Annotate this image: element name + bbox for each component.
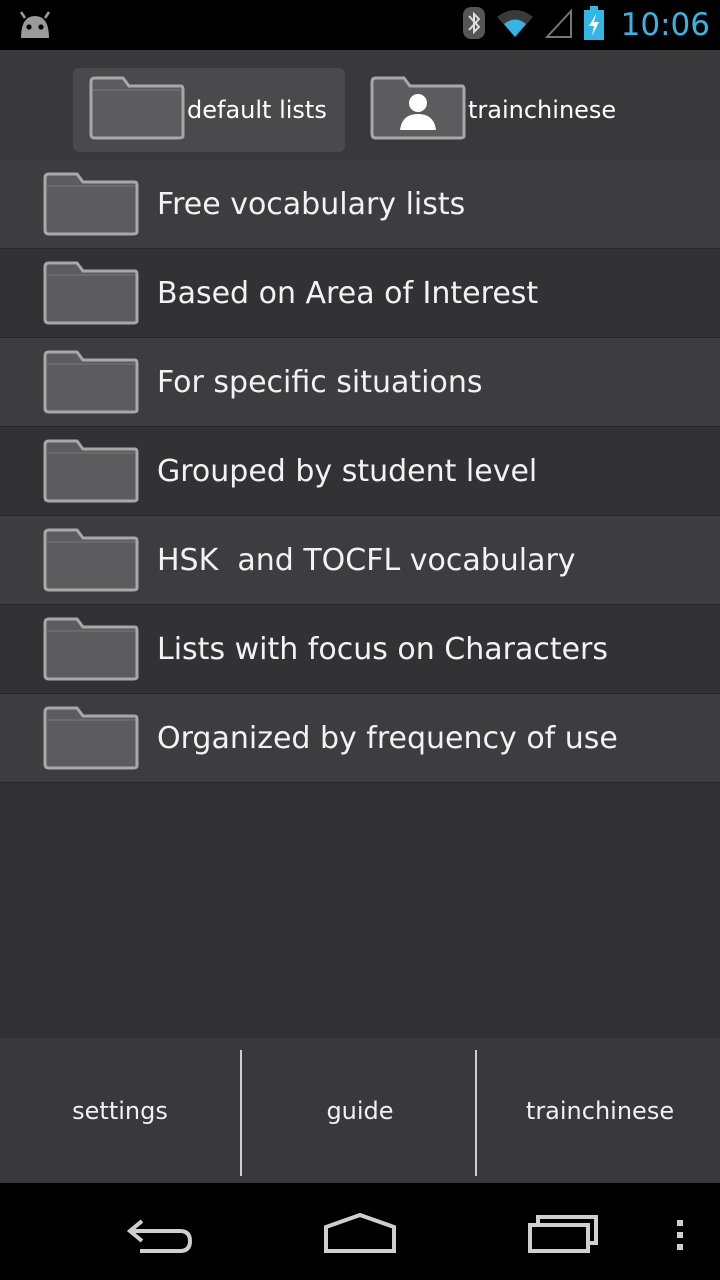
list-item[interactable]: Based on Area of Interest <box>0 249 720 338</box>
folder-icon <box>89 76 185 144</box>
list-item-label: HSK and TOCFL vocabulary <box>157 542 576 578</box>
list-item-label: Free vocabulary lists <box>157 186 466 222</box>
guide-button[interactable]: guide <box>240 1038 480 1183</box>
recent-apps-icon[interactable] <box>522 1203 606 1267</box>
home-icon[interactable] <box>318 1203 402 1267</box>
tab-bar: default lists trainchinese <box>0 50 720 160</box>
back-icon[interactable] <box>120 1203 200 1267</box>
folder-list: Free vocabulary lists Based on Area of I… <box>0 160 720 783</box>
list-item[interactable]: Organized by frequency of use <box>0 694 720 783</box>
tab-label: trainchinese <box>468 96 617 124</box>
list-item[interactable]: Free vocabulary lists <box>0 160 720 249</box>
tab-trainchinese[interactable]: trainchinese <box>370 68 650 152</box>
battery-charging-icon <box>583 6 605 44</box>
clock: 10:06 <box>620 7 710 43</box>
settings-button[interactable]: settings <box>0 1038 240 1183</box>
tab-label: default lists <box>187 96 327 124</box>
overflow-menu-icon[interactable] <box>672 1203 688 1267</box>
folder-icon <box>43 172 139 240</box>
list-item[interactable]: Grouped by student level <box>0 427 720 516</box>
trainchinese-button[interactable]: trainchinese <box>480 1038 720 1183</box>
status-bar: 10:06 <box>0 0 720 50</box>
folder-icon <box>43 350 139 418</box>
android-icon <box>16 10 54 44</box>
folder-icon <box>43 439 139 507</box>
user-folder-icon <box>370 76 466 144</box>
divider <box>475 1050 477 1176</box>
signal-icon <box>544 7 573 43</box>
folder-icon <box>43 528 139 596</box>
list-item-label: Based on Area of Interest <box>157 275 539 311</box>
bottom-bar: settings guide trainchinese <box>0 1038 720 1183</box>
list-item-label: Lists with focus on Characters <box>157 631 609 667</box>
list-item-label: For specific situations <box>157 364 483 400</box>
list-item[interactable]: HSK and TOCFL vocabulary <box>0 516 720 605</box>
bluetooth-icon <box>462 7 485 43</box>
list-item[interactable]: For specific situations <box>0 338 720 427</box>
app-content: default lists trainchinese Free vocabula… <box>0 50 720 1183</box>
folder-icon <box>43 261 139 329</box>
list-item[interactable]: Lists with focus on Characters <box>0 605 720 694</box>
wifi-icon <box>495 7 535 43</box>
folder-icon <box>43 706 139 774</box>
list-item-label: Grouped by student level <box>157 453 538 489</box>
divider <box>240 1050 242 1176</box>
tab-default-lists[interactable]: default lists <box>73 68 345 152</box>
folder-icon <box>43 617 139 685</box>
navigation-bar <box>0 1183 720 1280</box>
list-item-label: Organized by frequency of use <box>157 720 618 756</box>
